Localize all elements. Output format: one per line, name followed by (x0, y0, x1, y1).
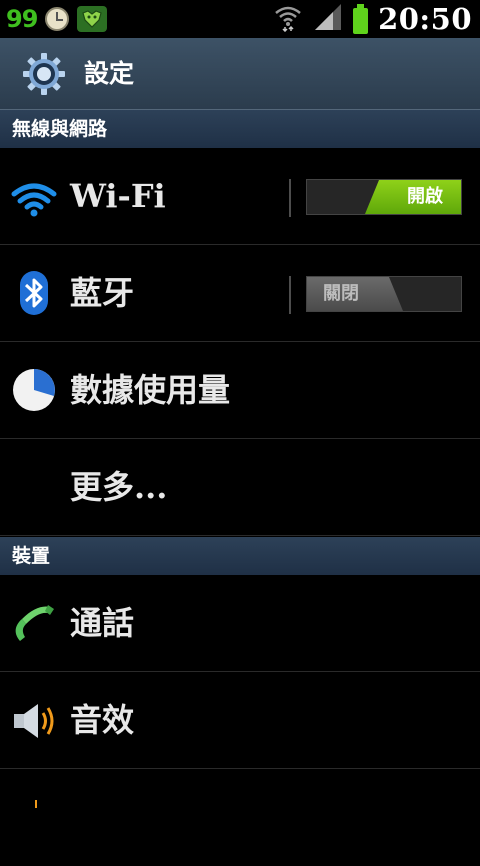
clock-icon (45, 7, 70, 31)
battery-icon (353, 3, 369, 34)
bluetooth-icon (10, 269, 58, 317)
section-header-wireless: 無線與網路 (0, 110, 480, 148)
status-bar: 99 20:50 (0, 0, 480, 38)
section-title: 無線與網路 (12, 118, 108, 140)
partial-row-icon (30, 793, 42, 812)
toggle-label: 關閉 (323, 283, 359, 304)
row-label: 藍牙 (70, 274, 135, 312)
wifi-icon (273, 2, 303, 36)
page-title: 設定 (84, 59, 135, 88)
settings-row-sound[interactable]: 音效 (0, 672, 480, 769)
row-label: 更多... (70, 468, 168, 506)
divider (289, 179, 291, 217)
signal-icon (313, 3, 343, 35)
app-badge-icon (77, 6, 108, 32)
bluetooth-toggle[interactable]: 關閉 (306, 276, 462, 312)
status-bar-right: 20:50 (273, 2, 472, 36)
toggle-label: 開啟 (407, 186, 443, 207)
wifi-toggle[interactable]: 開啟 (306, 179, 462, 215)
settings-row-more[interactable]: 更多... (0, 439, 480, 536)
settings-row-data-usage[interactable]: 數據使用量 (0, 342, 480, 439)
section-title: 裝置 (12, 545, 51, 567)
section-header-device: 裝置 (0, 537, 480, 575)
pie-chart-icon (10, 366, 58, 414)
row-label: 通話 (70, 604, 135, 642)
gear-icon[interactable] (22, 52, 66, 96)
row-label: 音效 (70, 701, 135, 739)
phone-icon (10, 599, 58, 647)
settings-row-partial[interactable] (0, 769, 480, 866)
battery-level-text: 99 (6, 5, 38, 33)
speaker-icon (10, 696, 58, 744)
toggle-thumb: 關閉 (307, 277, 403, 311)
toggle-thumb: 開啟 (365, 180, 461, 214)
action-bar: 設定 (0, 38, 480, 110)
settings-row-call[interactable]: 通話 (0, 575, 480, 672)
settings-row-wifi[interactable]: Wi-Fi 開啟 (0, 148, 480, 245)
wifi-icon (10, 172, 58, 220)
settings-row-bluetooth[interactable]: 藍牙 關閉 (0, 245, 480, 342)
row-label: 數據使用量 (70, 371, 231, 409)
divider (289, 276, 291, 314)
status-bar-left: 99 (6, 4, 108, 34)
row-label: Wi-Fi (70, 177, 166, 215)
clock-time: 20:50 (378, 2, 472, 36)
